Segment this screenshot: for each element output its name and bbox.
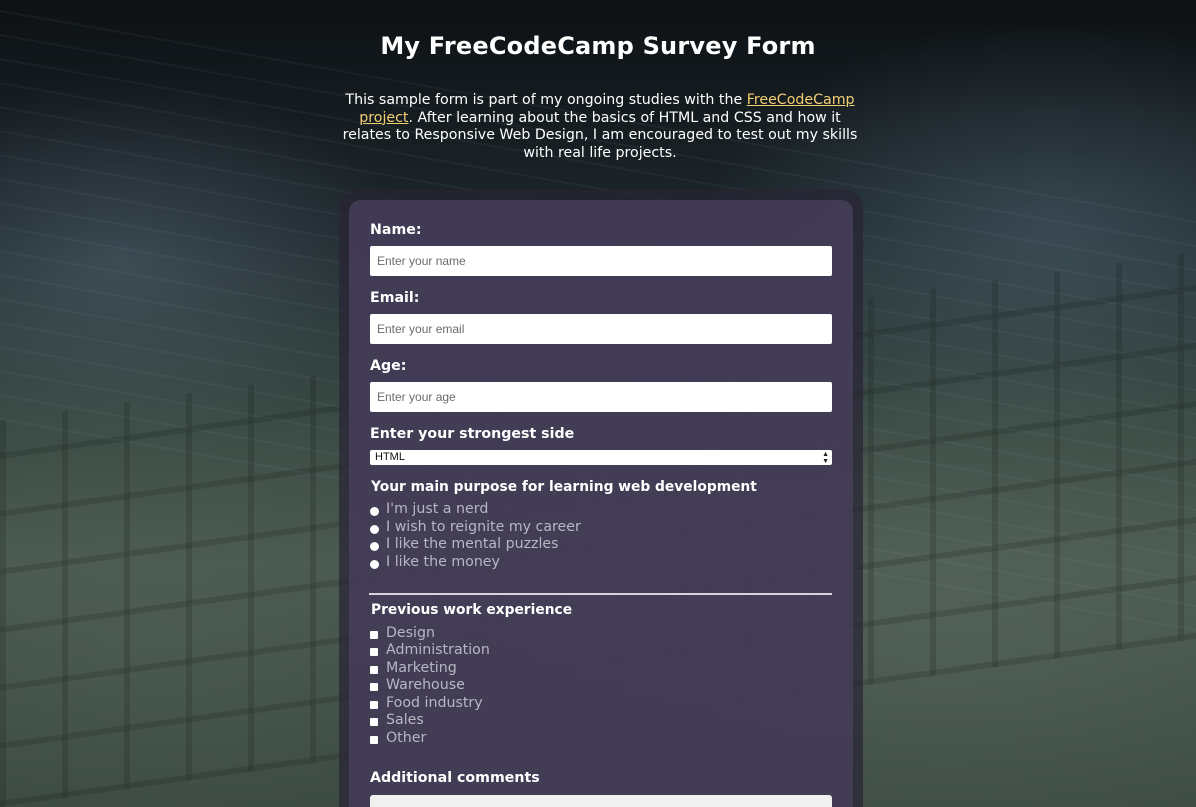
checkbox[interactable] — [370, 666, 378, 674]
radio-button[interactable] — [370, 559, 379, 569]
page: My FreeCodeCamp Survey Form This sample … — [0, 0, 1196, 807]
experience-option[interactable]: Food industry — [370, 695, 483, 712]
experience-title: Previous work experience — [371, 602, 573, 618]
strongest-side-label: Enter your strongest side — [370, 426, 575, 442]
experience-option-label: Other — [386, 730, 427, 746]
name-label: Name: — [370, 222, 422, 238]
purpose-option-label: I like the mental puzzles — [386, 536, 559, 552]
email-label: Email: — [370, 290, 420, 306]
intro-text-end: . After learning about the basics of HTM… — [342, 109, 858, 161]
checkbox[interactable] — [370, 683, 378, 691]
intro-text-start: This sample form is part of my ongoing s… — [345, 92, 747, 108]
experience-option-label: Design — [386, 625, 435, 641]
experience-option[interactable]: Other — [370, 730, 426, 747]
purpose-option[interactable]: I wish to reignite my career — [370, 519, 581, 536]
experience-option[interactable]: Marketing — [370, 660, 457, 677]
strongest-side-dropdown[interactable]: HTML ▲ ▼ — [370, 450, 832, 465]
experience-option[interactable]: Sales — [370, 712, 424, 729]
age-label: Age: — [370, 358, 407, 374]
experience-option-label: Marketing — [386, 660, 457, 676]
radio-button[interactable] — [370, 541, 379, 551]
experience-option[interactable]: Design — [370, 625, 435, 642]
experience-option-label: Administration — [386, 642, 490, 658]
email-input[interactable] — [370, 314, 832, 344]
purpose-option-label: I wish to reignite my career — [386, 519, 581, 535]
strongest-side-selected-value: HTML — [375, 451, 405, 463]
checkbox[interactable] — [370, 718, 378, 726]
intro-text: This sample form is part of my ongoing s… — [340, 92, 860, 162]
name-input[interactable] — [370, 246, 832, 276]
experience-option-label: Food industry — [386, 695, 483, 711]
checkbox[interactable] — [370, 631, 378, 639]
purpose-option[interactable]: I'm just a nerd — [370, 501, 488, 518]
select-arrows-icon: ▲ ▼ — [822, 451, 829, 465]
page-title: My FreeCodeCamp Survey Form — [380, 32, 816, 60]
age-input[interactable] — [370, 382, 832, 412]
comments-textarea[interactable] — [370, 795, 832, 807]
checkbox[interactable] — [370, 701, 378, 709]
purpose-option-label: I like the money — [386, 554, 500, 570]
experience-option-label: Warehouse — [386, 677, 465, 693]
purpose-option-label: I'm just a nerd — [386, 501, 489, 517]
checkbox[interactable] — [370, 736, 378, 744]
radio-button[interactable] — [370, 524, 379, 534]
purpose-option[interactable]: I like the mental puzzles — [370, 536, 559, 553]
experience-option-label: Sales — [386, 712, 424, 728]
radio-button[interactable] — [370, 506, 379, 516]
purpose-option[interactable]: I like the money — [370, 554, 500, 571]
purpose-title: Your main purpose for learning web devel… — [371, 479, 757, 495]
checkbox[interactable] — [370, 648, 378, 656]
comments-label: Additional comments — [370, 770, 540, 786]
experience-option[interactable]: Warehouse — [370, 677, 465, 694]
section-divider — [369, 593, 832, 595]
experience-option[interactable]: Administration — [370, 642, 490, 659]
